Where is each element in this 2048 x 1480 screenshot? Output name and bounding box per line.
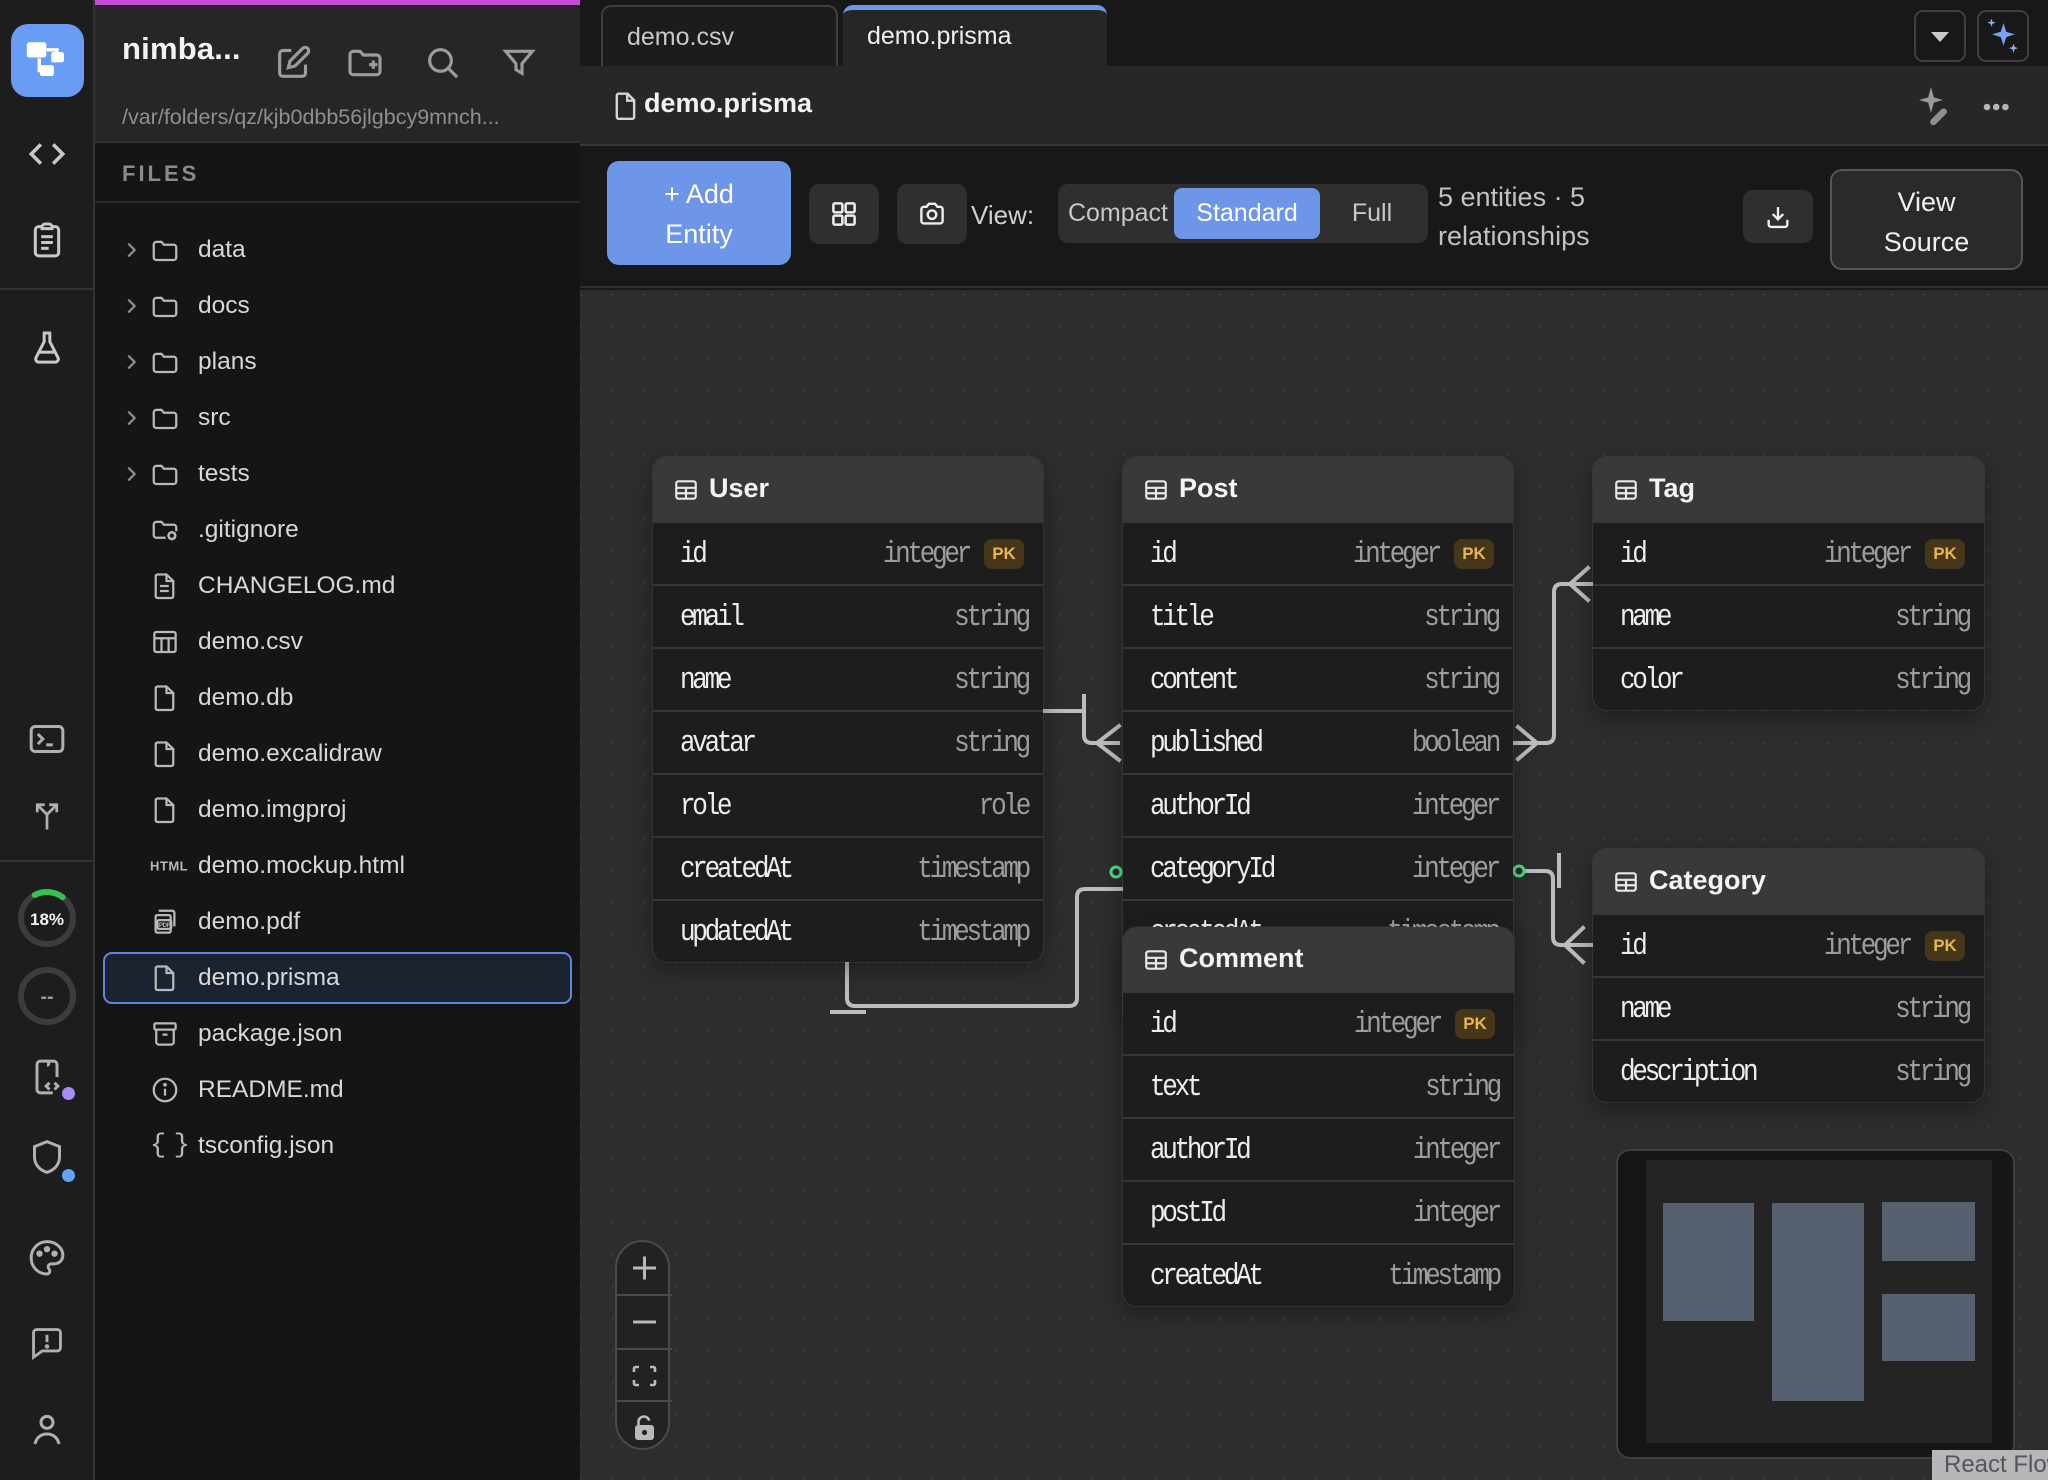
svg-text:--: -- [40, 986, 53, 1008]
svg-text:18%: 18% [29, 910, 63, 929]
svg-text:PDF: PDF [159, 922, 171, 929]
